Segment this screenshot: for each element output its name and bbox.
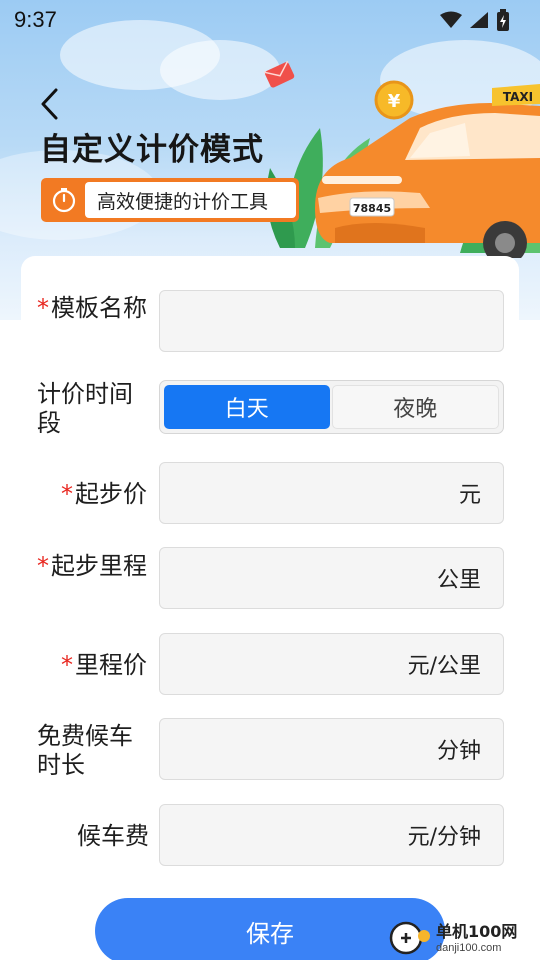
template-name-label: *模板名称 <box>37 294 147 322</box>
free-wait-label: 免费候车时长 <box>37 722 133 779</box>
template-name-input[interactable] <box>159 290 504 352</box>
time-period-toggle: 白天 夜晚 <box>159 380 504 434</box>
subtitle-badge: 高效便捷的计价工具 <box>41 178 299 222</box>
page-title: 自定义计价模式 <box>40 132 264 168</box>
mileage-price-label: *里程价 <box>61 651 147 679</box>
base-distance-input[interactable]: 公里 <box>159 547 504 609</box>
subtitle-text: 高效便捷的计价工具 <box>85 182 296 218</box>
free-wait-input[interactable]: 分钟 <box>159 718 504 780</box>
mileage-price-unit: 元/公里 <box>407 654 481 679</box>
required-asterisk: * <box>61 651 73 679</box>
base-price-unit: 元 <box>458 483 481 508</box>
taxi-illustration: ¥ TAXI 78845 <box>263 60 540 258</box>
time-period-night-option[interactable]: 夜晚 <box>331 385 499 429</box>
base-distance-unit: 公里 <box>436 568 481 593</box>
gamepad-logo-icon <box>389 921 430 955</box>
status-bar: 9:37 <box>0 0 540 40</box>
template-name-field[interactable] <box>160 291 503 351</box>
time-period-day-option[interactable]: 白天 <box>164 385 330 429</box>
required-asterisk: * <box>37 294 49 322</box>
mileage-price-input[interactable]: 元/公里 <box>159 633 504 695</box>
watermark-sub: danji100.com <box>436 942 502 954</box>
svg-text:78845: 78845 <box>353 202 391 215</box>
wait-fee-unit: 元/分钟 <box>407 825 481 850</box>
base-price-label: *起步价 <box>61 480 147 508</box>
watermark-text: 单机100网 danji100.com <box>436 918 517 954</box>
back-arrow-icon[interactable] <box>34 86 66 122</box>
status-time: 9:37 <box>14 7 57 32</box>
time-period-label: 计价时间段 <box>37 380 133 437</box>
wait-fee-input[interactable]: 元/分钟 <box>159 804 504 866</box>
watermark-main: 单机100网 <box>436 922 518 941</box>
required-asterisk: * <box>37 552 49 580</box>
wait-fee-label: 候车费 <box>77 822 149 850</box>
pricing-form: *模板名称 计价时间段 白天 夜晚 *起步价 元 *起步里程 公里 *里程价 元… <box>21 256 519 960</box>
base-distance-label: *起步里程 <box>37 552 147 580</box>
svg-text:¥: ¥ <box>388 91 401 112</box>
svg-text:TAXI: TAXI <box>503 90 533 104</box>
battery-icon <box>497 9 509 31</box>
status-icons <box>440 9 510 31</box>
free-wait-unit: 分钟 <box>436 739 481 764</box>
wifi-icon <box>440 11 462 28</box>
stopwatch-icon <box>52 188 76 213</box>
watermark: 单机100网 danji100.com <box>388 912 540 960</box>
signal-icon <box>470 12 488 28</box>
required-asterisk: * <box>61 480 73 508</box>
base-price-input[interactable]: 元 <box>159 462 504 524</box>
